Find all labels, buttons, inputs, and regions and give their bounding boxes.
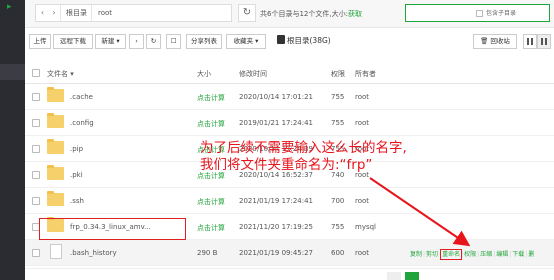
- expand-arrow-icon[interactable]: ▸: [7, 2, 12, 12]
- sidebar-item-active[interactable]: [0, 64, 25, 80]
- sidebar: ▸: [0, 0, 25, 280]
- page-button-current[interactable]: [405, 272, 419, 280]
- annotation-arrow: [369, 177, 471, 247]
- sidebar-item[interactable]: [0, 34, 25, 50]
- page-button[interactable]: [387, 272, 401, 280]
- file-manager: ‹ › 根目录 root ↻ 共6个目录与12个文件,大小:获取 包含子目录 上…: [25, 0, 554, 280]
- pagination: [25, 268, 554, 280]
